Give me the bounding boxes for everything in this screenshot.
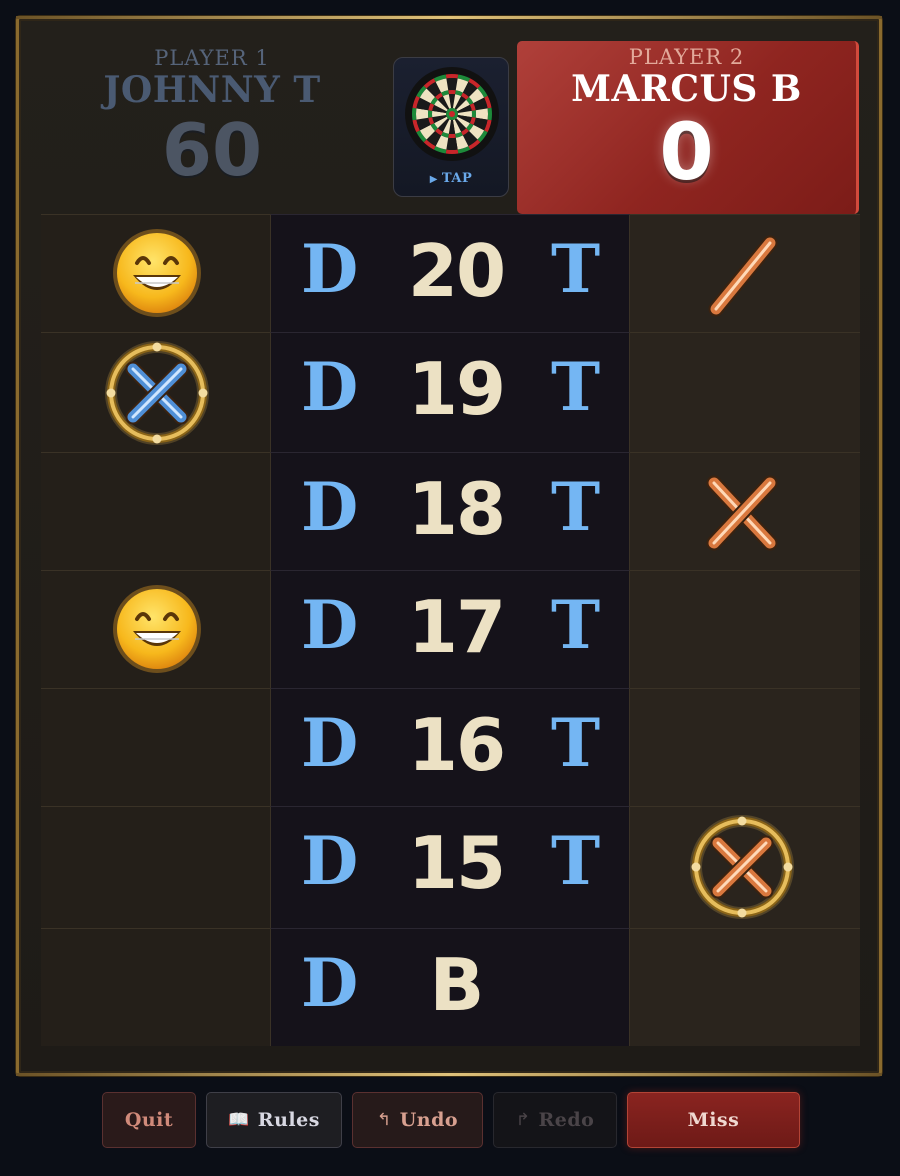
triple-button[interactable]: T — [551, 821, 600, 901]
play-triangle-icon: ▶ — [429, 174, 442, 185]
rules-label: Rules — [257, 1109, 320, 1131]
player2-mark-cell — [630, 806, 860, 928]
redo-label: Redo — [538, 1109, 595, 1131]
player2-mark-cell — [630, 332, 860, 452]
rules-button[interactable]: 📖 Rules — [206, 1092, 342, 1148]
dartboard-segment — [487, 107, 492, 121]
player2-panel: PLAYER 2 MARCUS B 0 — [517, 41, 859, 214]
dartboard-segment — [446, 137, 458, 150]
dartboard-segment — [471, 110, 476, 118]
target-cell: D 17 T — [270, 570, 630, 688]
undo-label: Undo — [399, 1109, 459, 1131]
score-row: D 20 T — [41, 214, 860, 332]
triple-button[interactable]: T — [551, 703, 600, 783]
dartboard-segment — [448, 133, 456, 138]
target-number-button[interactable]: 15 — [381, 821, 531, 905]
target-number-button[interactable]: 17 — [381, 585, 531, 669]
score-row: D 19 T — [41, 332, 860, 452]
player2-mark-cell — [630, 928, 860, 1046]
tap-label: TAP — [441, 171, 473, 186]
tap-label-wrap: ▶ TAP — [394, 171, 508, 186]
triple-button[interactable]: T — [551, 585, 600, 665]
player1-mark-grin-icon — [105, 579, 209, 687]
miss-button[interactable]: Miss — [627, 1092, 800, 1148]
player1-mark-cell — [41, 452, 270, 570]
double-button[interactable]: D — [301, 703, 358, 783]
target-cell: DB — [270, 928, 630, 1046]
score-row: D 15 T — [41, 806, 860, 928]
target-number-button[interactable]: B — [381, 943, 531, 1027]
double-button[interactable]: D — [301, 585, 358, 665]
target-number-button[interactable]: 20 — [381, 229, 531, 313]
double-button[interactable]: D — [301, 229, 358, 309]
dartboard-segment — [412, 107, 417, 121]
player1-label: PLAYER 1 — [154, 46, 270, 70]
score-row: D 18 T — [41, 452, 860, 570]
target-cell: D 16 T — [270, 688, 630, 806]
double-button[interactable]: D — [301, 467, 358, 547]
book-icon: 📖 — [228, 1110, 250, 1130]
player2-mark-x-icon — [690, 461, 794, 569]
dartboard-segment — [446, 78, 458, 91]
dartboard-button[interactable]: ▶ TAP — [393, 57, 509, 197]
double-button[interactable]: D — [301, 347, 358, 427]
player2-name: MARCUS B — [571, 68, 802, 110]
undo-button[interactable]: ↰ Undo — [352, 1092, 483, 1148]
score-row: D 17 T — [41, 570, 860, 688]
player2-mark-single-slash-icon — [690, 223, 794, 331]
double-button[interactable]: D — [301, 821, 358, 901]
player2-score: 0 — [659, 108, 714, 198]
player2-mark-cell — [630, 688, 860, 806]
target-number-button[interactable]: 19 — [381, 347, 531, 431]
player1-mark-cell — [41, 928, 270, 1046]
player1-mark-cell — [41, 806, 270, 928]
player2-mark-cell — [630, 570, 860, 688]
dartboard-segment — [416, 108, 429, 120]
player1-mark-grin-icon — [105, 223, 209, 331]
player1-panel: PLAYER 1 JOHNNY T 60 — [40, 22, 384, 202]
player2-label: PLAYER 2 — [628, 45, 745, 69]
player1-mark-cell — [41, 332, 270, 452]
target-cell: D 15 T — [270, 806, 630, 928]
dartboard-segment — [448, 90, 456, 95]
dartboard-icon — [405, 67, 499, 161]
target-number-button[interactable]: 16 — [381, 703, 531, 787]
dartboard-segment — [445, 74, 459, 79]
player1-mark-cell — [41, 688, 270, 806]
player2-mark-cell — [630, 452, 860, 570]
triple-button[interactable]: T — [551, 229, 600, 309]
player2-mark-cell — [630, 214, 860, 332]
triple-button[interactable]: T — [551, 467, 600, 547]
triple-button[interactable]: T — [551, 347, 600, 427]
player1-mark-circled-x-icon — [105, 341, 209, 449]
redo-arrow-icon: ↱ — [515, 1110, 531, 1130]
target-number-button[interactable]: 18 — [381, 467, 531, 551]
score-row: DB — [41, 928, 860, 1046]
quit-label: Quit — [124, 1109, 174, 1131]
miss-label: Miss — [687, 1109, 740, 1131]
target-cell: D 19 T — [270, 332, 630, 452]
player1-mark-cell — [41, 214, 270, 332]
player1-name: JOHNNY T — [103, 69, 321, 111]
cricket-scoreboard-grid: D 20 T D 19 T D 18 T D 17 T D 16 T D 15 … — [41, 214, 860, 1052]
player1-mark-cell — [41, 570, 270, 688]
quit-button[interactable]: Quit — [102, 1092, 196, 1148]
undo-arrow-icon: ↰ — [376, 1110, 392, 1130]
target-cell: D 18 T — [270, 452, 630, 570]
dartboard-segment — [475, 108, 488, 120]
double-button[interactable]: D — [301, 943, 358, 1023]
dartboard-segment — [445, 149, 459, 154]
target-cell: D 20 T — [270, 214, 630, 332]
player2-mark-circled-x-icon — [690, 815, 794, 923]
score-row: D 16 T — [41, 688, 860, 806]
player1-score: 60 — [161, 108, 263, 192]
dartboard-segment — [428, 110, 433, 118]
redo-button[interactable]: ↱ Redo — [493, 1092, 617, 1148]
